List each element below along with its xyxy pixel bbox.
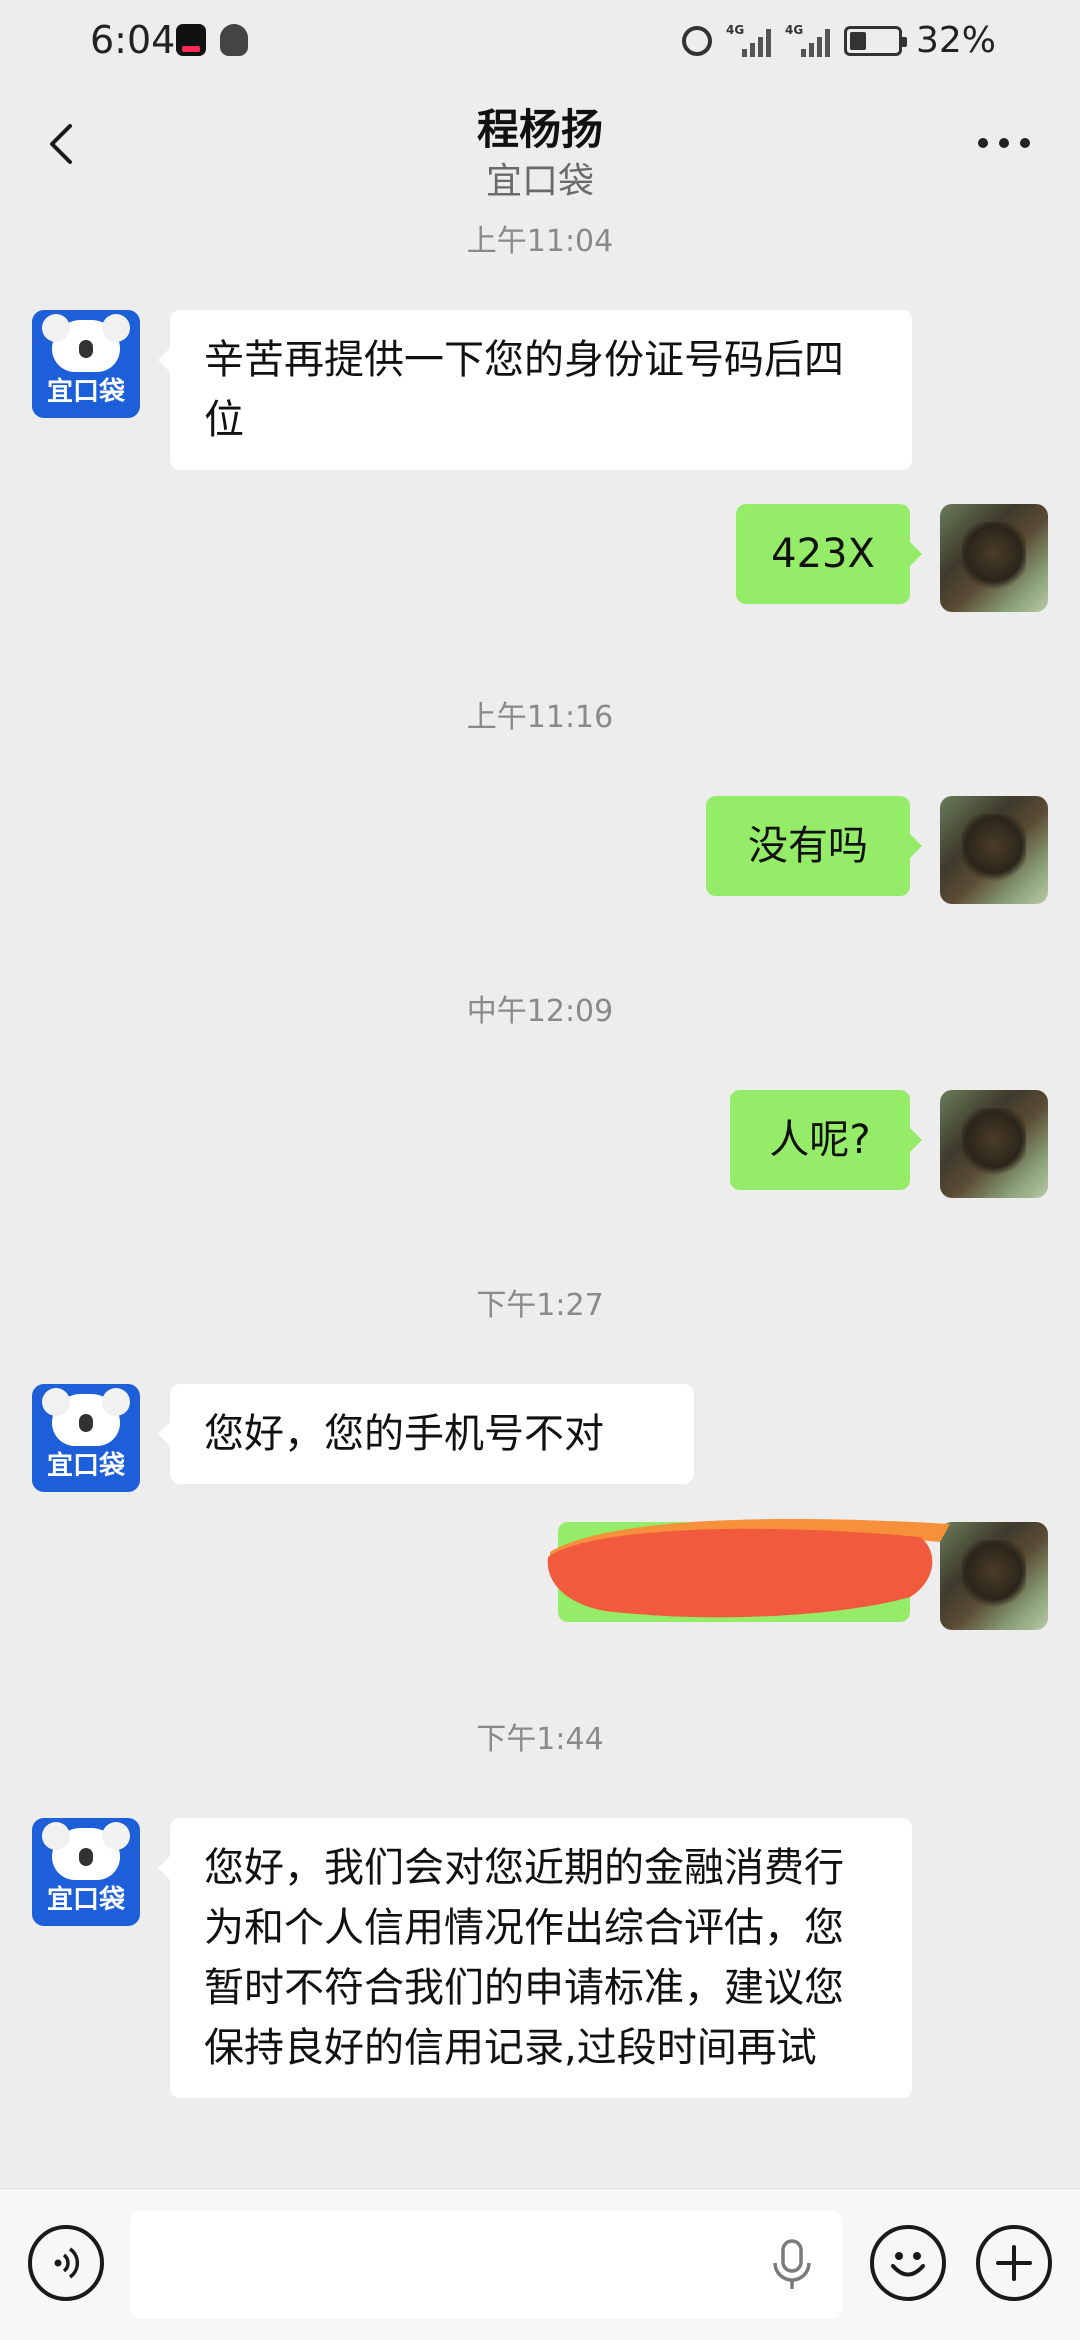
message-timestamp: 中午12:09 bbox=[466, 994, 614, 1029]
status-icons: 4G 4G 32% bbox=[681, 20, 996, 61]
contact-avatar[interactable]: 宜口袋 bbox=[32, 1818, 140, 1926]
plus-icon[interactable] bbox=[976, 2225, 1052, 2301]
signal-icon: 4G bbox=[725, 22, 771, 57]
signal-icon-2: 4G bbox=[784, 22, 830, 57]
incoming-message[interactable]: 辛苦再提供一下您的身份证号码后四位 bbox=[158, 310, 912, 470]
avatar-brand-text: 宜口袋 bbox=[46, 1885, 125, 1915]
mic-icon[interactable] bbox=[770, 2239, 814, 2295]
message-input[interactable] bbox=[130, 2211, 842, 2319]
input-bar bbox=[0, 2188, 1080, 2340]
chat-message-list[interactable]: 上午11:04 宜口袋 辛苦再提供一下您的身份证号码后四位 423X 上午11:… bbox=[0, 212, 1080, 2188]
contact-avatar[interactable]: 宜口袋 bbox=[32, 310, 140, 418]
user-avatar[interactable] bbox=[940, 796, 1048, 904]
message-timestamp: 上午11:04 bbox=[466, 224, 614, 259]
network-type-label-2: 4G bbox=[784, 22, 804, 37]
outgoing-message[interactable]: 423X bbox=[736, 504, 922, 604]
contact-avatar[interactable]: 宜口袋 bbox=[32, 1384, 140, 1492]
alarm-icon bbox=[681, 25, 712, 56]
battery-percent: 32% bbox=[915, 20, 996, 61]
qq-icon bbox=[220, 24, 248, 56]
avatar-brand-text: 宜口袋 bbox=[46, 1451, 125, 1481]
avatar-brand-text: 宜口袋 bbox=[46, 377, 125, 407]
outgoing-message[interactable]: 人呢? bbox=[730, 1090, 922, 1190]
chat-subtitle: 宜口袋 bbox=[485, 161, 594, 202]
status-bar: 6:04 4G 4G 32% bbox=[0, 0, 1080, 84]
message-timestamp: 下午1:27 bbox=[476, 1288, 604, 1323]
emoji-icon[interactable] bbox=[870, 2225, 946, 2301]
user-avatar[interactable] bbox=[940, 1090, 1048, 1198]
redaction-scribble bbox=[547, 1519, 950, 1618]
message-timestamp: 上午11:16 bbox=[466, 700, 614, 735]
incoming-message[interactable]: 您好，我们会对您近期的金融消费行为和个人信用情况作出综合评估，您暂时不符合我们的… bbox=[158, 1818, 912, 2098]
more-dots-icon[interactable] bbox=[978, 138, 1030, 150]
network-type-label: 4G bbox=[725, 22, 745, 37]
voice-icon[interactable] bbox=[28, 2225, 104, 2301]
tiktok-icon bbox=[176, 24, 206, 56]
status-time: 6:04 bbox=[90, 18, 176, 62]
outgoing-message[interactable]: 没有吗 bbox=[706, 796, 922, 896]
chat-header: 程杨扬 宜口袋 bbox=[0, 84, 1080, 212]
chat-title: 程杨扬 bbox=[476, 105, 603, 154]
message-timestamp: 下午1:44 bbox=[476, 1722, 604, 1757]
user-avatar[interactable] bbox=[940, 504, 1048, 612]
incoming-message[interactable]: 您好，您的手机号不对 bbox=[158, 1384, 694, 1484]
battery-icon bbox=[843, 25, 907, 56]
